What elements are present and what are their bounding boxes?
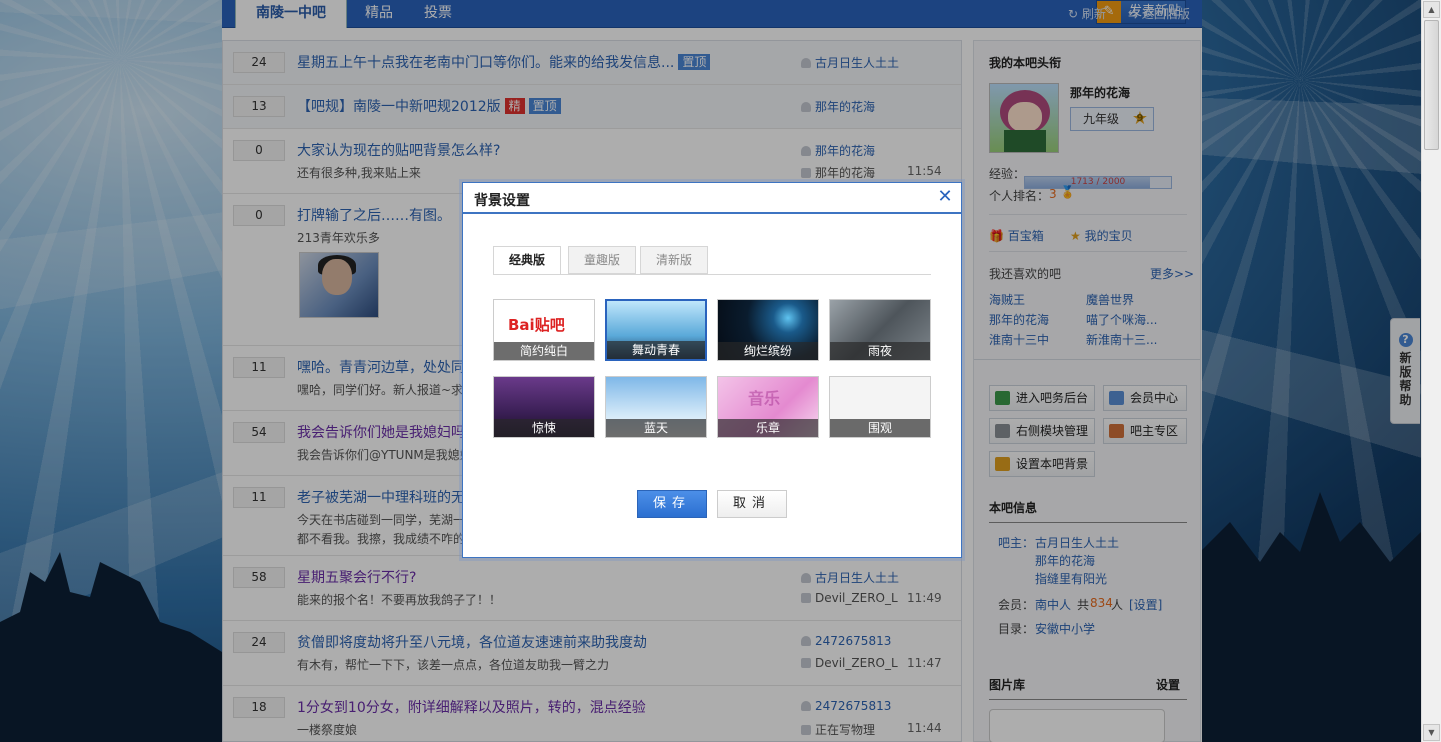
theme-dance-youth[interactable]: 舞动青春 <box>605 299 707 361</box>
theme-label: 蓝天 <box>606 419 706 437</box>
scroll-thumb[interactable] <box>1424 20 1439 150</box>
theme-label: 惊悚 <box>494 419 594 437</box>
theme-simple-white[interactable]: Bai贴吧 简约纯白 <box>493 299 595 361</box>
theme-label: 绚烂缤纷 <box>718 342 818 360</box>
background-settings-dialog: 背景设置 ✕ 经典版 童趣版 清新版 Bai贴吧 简约纯白 舞动青春 绚烂缤纷 … <box>462 182 962 558</box>
theme-melody[interactable]: 音乐 乐章 <box>717 376 819 438</box>
baidu-tieba-logo: Bai贴吧 <box>508 316 565 334</box>
tab-fresh[interactable]: 清新版 <box>640 246 708 274</box>
theme-horror[interactable]: 惊悚 <box>493 376 595 438</box>
theme-label: 雨夜 <box>830 342 930 360</box>
close-icon[interactable]: ✕ <box>937 188 953 206</box>
dialog-title: 背景设置 <box>474 193 530 209</box>
dialog-header: 背景设置 ✕ <box>463 183 961 214</box>
theme-onlookers[interactable]: 围观 <box>829 376 931 438</box>
theme-label: 围观 <box>830 419 930 437</box>
theme-splendid[interactable]: 绚烂缤纷 <box>717 299 819 361</box>
tab-fun[interactable]: 童趣版 <box>568 246 636 274</box>
page-scrollbar[interactable]: ▲ ▼ <box>1421 0 1441 742</box>
theme-blue-sky[interactable]: 蓝天 <box>605 376 707 438</box>
theme-label: 简约纯白 <box>494 342 594 360</box>
music-deco: 音乐 <box>748 389 781 408</box>
scroll-up-arrow-icon[interactable]: ▲ <box>1423 1 1440 18</box>
tab-classic[interactable]: 经典版 <box>493 246 561 275</box>
scroll-down-arrow-icon[interactable]: ▼ <box>1423 724 1440 741</box>
theme-label: 乐章 <box>718 419 818 437</box>
theme-label: 舞动青春 <box>607 341 705 359</box>
cancel-button[interactable]: 取消 <box>717 490 787 518</box>
save-button[interactable]: 保存 <box>637 490 707 518</box>
theme-rainy-night[interactable]: 雨夜 <box>829 299 931 361</box>
